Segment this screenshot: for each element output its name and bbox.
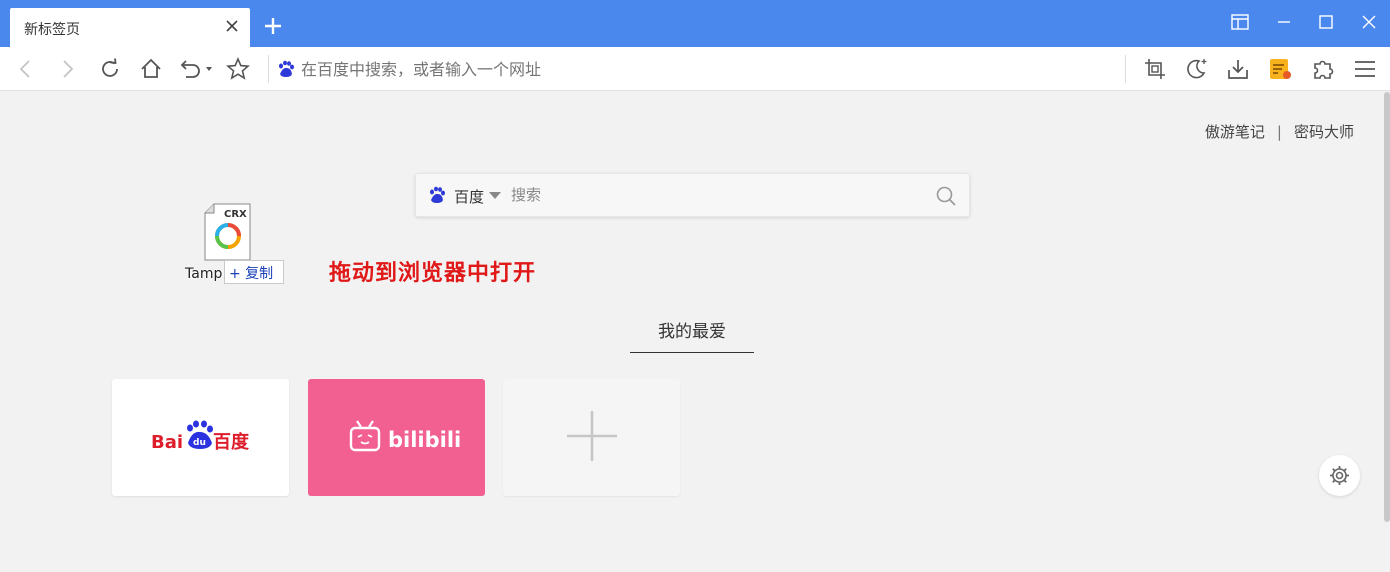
password-master-link[interactable]: 密码大师: [1294, 123, 1354, 141]
close-icon[interactable]: [224, 18, 240, 34]
night-mode-icon[interactable]: [1183, 56, 1209, 82]
drag-hint-text: 拖动到浏览器中打开: [329, 261, 537, 286]
menu-icon[interactable]: [1352, 56, 1378, 82]
toolbar-separator: [1125, 55, 1126, 83]
plus-icon: [567, 411, 617, 461]
speed-dial-baidu[interactable]: Bai du 百度: [112, 379, 289, 496]
forward-icon[interactable]: [54, 56, 80, 82]
svg-text:du: du: [193, 438, 206, 448]
search-engine-selector[interactable]: 百度: [454, 186, 484, 207]
tab-title: 新标签页: [24, 22, 80, 38]
speed-dial-bilibili[interactable]: bilibili: [308, 379, 485, 496]
crx-file-icon[interactable]: CRX: [204, 203, 252, 261]
home-icon[interactable]: [138, 56, 164, 82]
screenshot-icon[interactable]: [1142, 56, 1168, 82]
undo-close-tab-icon[interactable]: [177, 56, 215, 82]
address-bar-input[interactable]: [301, 60, 1001, 79]
refresh-icon[interactable]: [97, 56, 123, 82]
vertical-scrollbar[interactable]: [1384, 92, 1390, 522]
tab-new-tab[interactable]: 新标签页: [10, 8, 250, 47]
search-input[interactable]: [511, 183, 911, 207]
gear-icon: [1330, 466, 1349, 485]
minimize-icon[interactable]: [1272, 10, 1296, 34]
maximize-icon[interactable]: [1314, 10, 1338, 34]
add-speed-dial-button[interactable]: [503, 379, 680, 496]
search-icon[interactable]: [935, 185, 957, 207]
svg-text:bilibili: bilibili: [388, 428, 461, 452]
crx-badge: CRX: [224, 209, 247, 220]
baidu-paw-icon: [430, 186, 445, 203]
extensions-puzzle-icon[interactable]: [1310, 56, 1336, 82]
back-icon[interactable]: [13, 56, 39, 82]
dragged-file-name: Tamp: [185, 266, 223, 282]
download-icon[interactable]: [1225, 56, 1251, 82]
favorites-underline: [630, 352, 754, 353]
sidebar-layout-icon[interactable]: [1228, 10, 1252, 34]
title-bar: 新标签页: [0, 0, 1390, 47]
svg-text:百度: 百度: [213, 431, 250, 453]
new-tab-icon[interactable]: [262, 15, 284, 37]
address-separator: [268, 55, 269, 83]
bilibili-logo: bilibili: [349, 420, 461, 452]
search-box: 百度: [415, 173, 970, 217]
maxthon-notes-link[interactable]: 傲游笔记: [1205, 123, 1265, 141]
navigation-toolbar: [0, 47, 1390, 91]
copy-tooltip: + 复制: [224, 260, 284, 284]
favorites-heading: 我的最爱: [658, 322, 726, 342]
star-icon[interactable]: [225, 56, 251, 82]
notes-extension-icon[interactable]: [1267, 56, 1293, 82]
page-settings-button[interactable]: [1319, 455, 1360, 496]
svg-text:Bai: Bai: [151, 432, 183, 453]
chevron-down-icon[interactable]: [489, 192, 501, 199]
baidu-paw-icon: [279, 60, 294, 77]
link-separator: |: [1276, 123, 1282, 141]
baidu-logo: Bai du 百度: [151, 420, 250, 453]
close-window-icon[interactable]: [1357, 10, 1381, 34]
top-links: 傲游笔记 | 密码大师: [1205, 121, 1354, 142]
